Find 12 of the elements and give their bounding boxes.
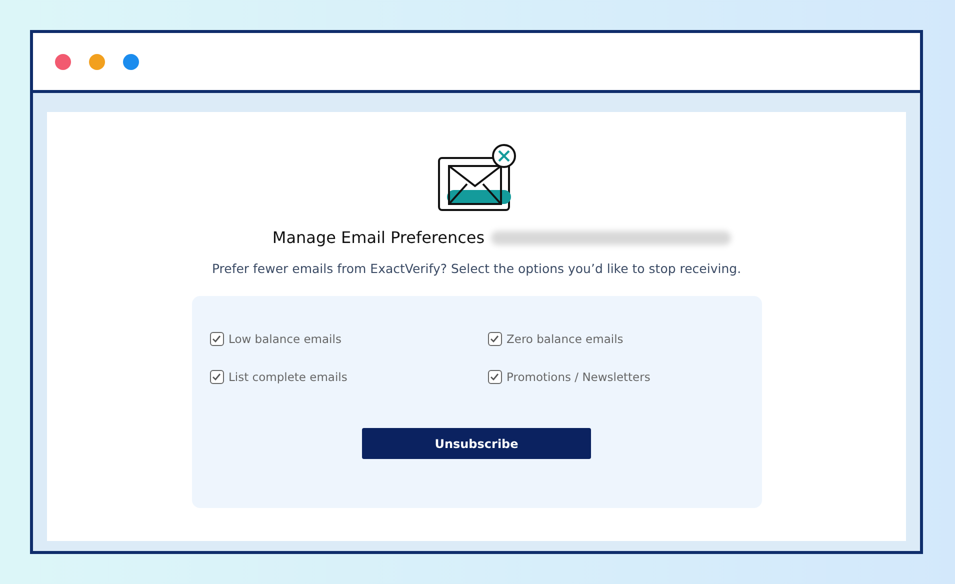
envelope-cancel-icon — [436, 144, 516, 212]
page-title: Manage Email Preferences — [272, 228, 485, 247]
checkmark-icon — [212, 373, 221, 381]
checkmark-icon — [490, 335, 499, 343]
option-checkbox[interactable]: Promotions / Newsletters — [488, 370, 744, 384]
subtitle-text: Prefer fewer emails from ExactVerify? Select the options you’d like to stop receiving. — [212, 261, 742, 276]
checkmark-icon — [490, 373, 499, 381]
option-checkbox[interactable]: Zero balance emails — [488, 332, 744, 346]
unsubscribe-button[interactable]: Unsubscribe — [362, 428, 591, 459]
checkmark-icon — [212, 335, 221, 343]
option-checkbox[interactable]: Low balance emails — [210, 332, 488, 346]
option-checkbox[interactable]: List complete emails — [210, 370, 488, 384]
